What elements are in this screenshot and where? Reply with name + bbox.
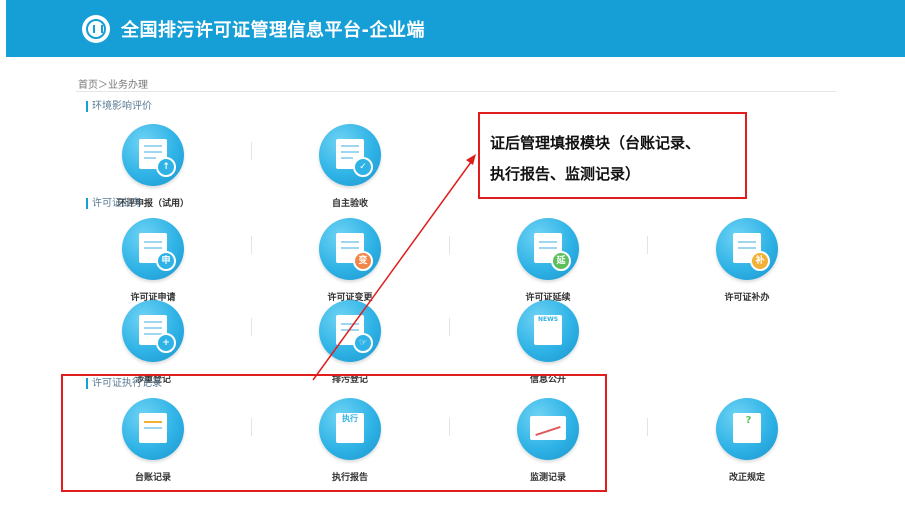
callout-line-2: 执行报告、监测记录）	[490, 165, 641, 183]
annotation-arrow	[312, 154, 476, 381]
callout-line-1: 证后管理填报模块（台账记录、	[490, 134, 701, 152]
annotation-callout: 证后管理填报模块（台账记录、 执行报告、监测记录）	[478, 112, 747, 199]
